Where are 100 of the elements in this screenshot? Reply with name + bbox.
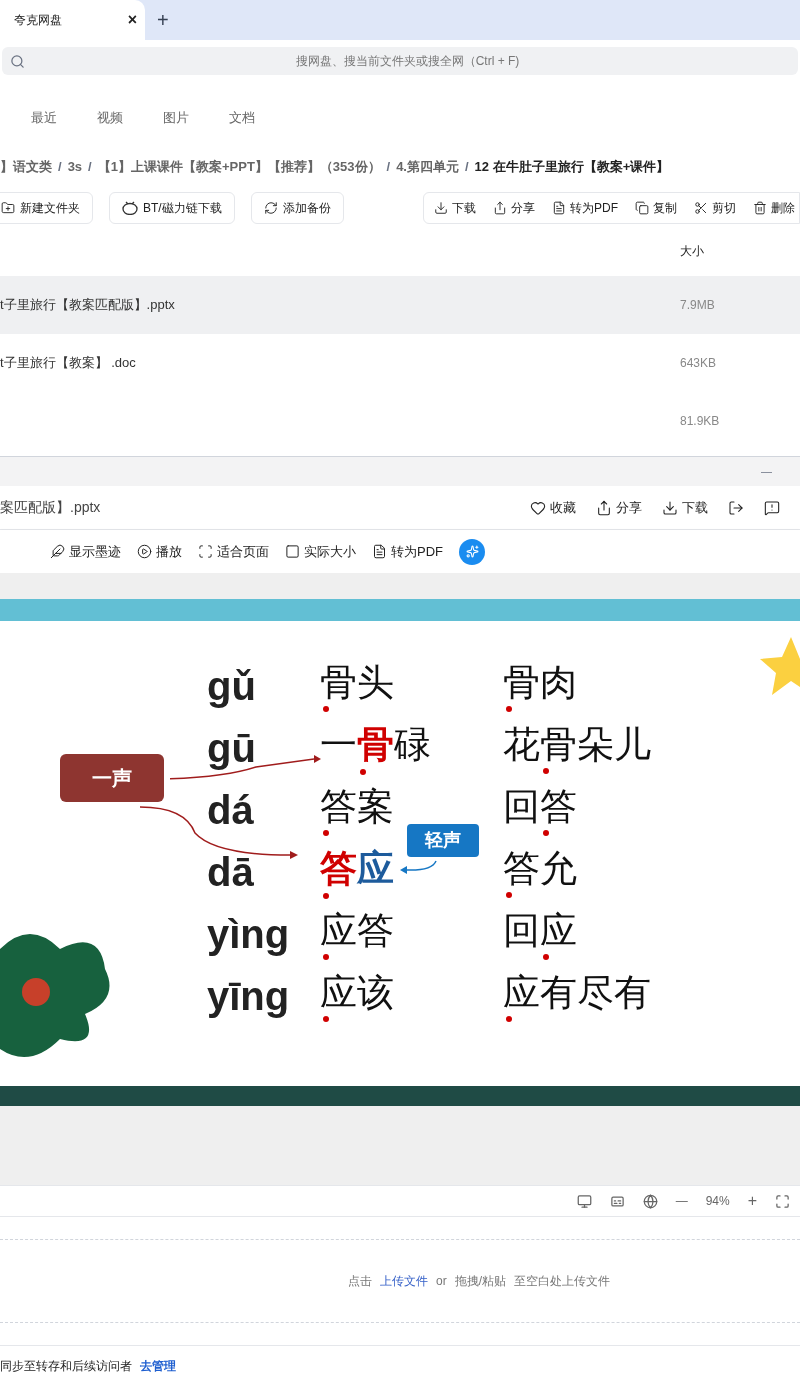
vocab-word: 回答 bbox=[503, 783, 577, 830]
upload-link[interactable]: 上传文件 bbox=[380, 1272, 428, 1290]
preview-action-button[interactable]: 收藏 bbox=[530, 497, 576, 518]
new-tab-button[interactable]: + bbox=[145, 0, 181, 40]
trash-icon bbox=[753, 201, 767, 215]
close-button[interactable]: × bbox=[127, 12, 137, 28]
viewer-tool-button[interactable]: 适合页面 bbox=[198, 541, 269, 562]
breadcrumb-item[interactable]: 12 在牛肚子里旅行【教案+课件】 bbox=[474, 157, 670, 177]
file-size: 643KB bbox=[680, 355, 717, 372]
heart-icon bbox=[530, 499, 546, 516]
toolbar-button[interactable]: 新建文件夹 bbox=[0, 192, 93, 224]
breadcrumb-item[interactable]: 】语文类 bbox=[0, 157, 52, 177]
vocab-word: 应该 bbox=[320, 969, 394, 1016]
vocab-word: 骨肉 bbox=[503, 659, 577, 706]
preview-action-button[interactable] bbox=[764, 499, 780, 516]
viewer-tool-button[interactable]: 播放 bbox=[137, 541, 182, 562]
share-icon bbox=[493, 201, 507, 215]
preview-title: 案匹配版】.pptx bbox=[0, 498, 101, 517]
bt-icon bbox=[122, 201, 138, 215]
browser-tab[interactable]: 夸克网盘 × bbox=[0, 0, 145, 40]
pinyin: dá bbox=[207, 787, 254, 834]
preview-action-button[interactable]: 分享 bbox=[596, 497, 642, 518]
upload-hint: 点击 bbox=[348, 1273, 372, 1290]
breadcrumb-separator: / bbox=[465, 158, 469, 177]
pinyin: yìng bbox=[207, 911, 290, 958]
viewer-tool-button[interactable]: 转为PDF bbox=[372, 541, 443, 562]
vocab-word: 骨头 bbox=[320, 659, 394, 706]
slide-view-icon[interactable] bbox=[576, 1193, 592, 1209]
preview-action-button[interactable] bbox=[728, 499, 744, 516]
vocab-word: 应答 bbox=[320, 907, 394, 954]
nav-tab[interactable]: 图片 bbox=[163, 108, 189, 128]
breadcrumb-item[interactable]: 4.第四单元 bbox=[396, 157, 459, 177]
toolbar-button[interactable]: 添加备份 bbox=[250, 192, 344, 224]
vocab-word: 答应 bbox=[320, 845, 394, 893]
nav-tab[interactable]: 视频 bbox=[97, 108, 123, 128]
pinyin: dā bbox=[207, 849, 254, 896]
file-name: t子里旅行【教案】 .doc bbox=[0, 355, 136, 371]
search-input[interactable]: 搜网盘、搜当前文件夹或搜全网（Ctrl + F) bbox=[25, 52, 790, 70]
pinyin: gǔ bbox=[207, 663, 256, 710]
breadcrumb-item[interactable]: 3s bbox=[67, 157, 83, 177]
minimize-button[interactable]: — bbox=[761, 463, 772, 480]
viewer-tool-button[interactable]: 显示墨迹 bbox=[50, 541, 121, 562]
viewer-tool-button[interactable]: 实际大小 bbox=[285, 541, 356, 562]
zoom-level: 94% bbox=[705, 1193, 730, 1210]
manage-link[interactable]: 去管理 bbox=[140, 1356, 176, 1375]
globe-icon[interactable] bbox=[642, 1193, 658, 1209]
square-icon bbox=[285, 544, 300, 559]
upload-hint: 拖拽/粘贴 bbox=[454, 1273, 506, 1290]
sparkle-icon bbox=[465, 545, 479, 558]
download-icon bbox=[434, 201, 448, 215]
toolbar-button[interactable]: BT/磁力链下载 bbox=[109, 192, 235, 224]
tab-title: 夸克网盘 bbox=[14, 12, 63, 29]
copy-icon bbox=[635, 201, 649, 215]
ai-button[interactable] bbox=[459, 538, 485, 565]
vocab-word: 应有尽有 bbox=[503, 969, 651, 1016]
fullscreen-icon[interactable] bbox=[775, 1193, 790, 1209]
arrow-icon bbox=[398, 859, 438, 877]
zoom-out-button[interactable]: — bbox=[675, 1192, 688, 1210]
pinyin: yīng bbox=[207, 973, 290, 1020]
upload-hint: or bbox=[436, 1273, 447, 1290]
action-button[interactable]: 删除 bbox=[753, 199, 795, 217]
upload-hint: 至空白处上传文件 bbox=[514, 1273, 610, 1290]
action-button[interactable]: 复制 bbox=[635, 199, 677, 217]
search-icon bbox=[10, 53, 25, 69]
pinyin: gū bbox=[207, 725, 256, 772]
zoom-in-button[interactable]: + bbox=[747, 1189, 757, 1213]
file-size: 81.9KB bbox=[680, 413, 720, 430]
action-button[interactable]: 下载 bbox=[434, 199, 476, 217]
notes-icon[interactable] bbox=[609, 1193, 625, 1209]
report-icon bbox=[764, 499, 780, 516]
vocab-word: 花骨朵儿 bbox=[503, 721, 651, 768]
footer-text: 同步至转存和后续访问者 bbox=[0, 1357, 132, 1375]
neutral-tone-tag: 轻声 bbox=[407, 824, 479, 857]
download-icon bbox=[662, 499, 678, 516]
nav-tab[interactable]: 最近 bbox=[31, 108, 57, 128]
vocab-word: 回应 bbox=[503, 907, 577, 954]
nav-tab[interactable]: 文档 bbox=[229, 108, 255, 128]
file-row[interactable]: t子里旅行【教案匹配版】.pptx 7.9MB bbox=[0, 276, 800, 334]
vocab-word: 答案 bbox=[320, 783, 394, 830]
document-icon bbox=[552, 201, 566, 215]
play-icon bbox=[137, 544, 152, 559]
tone-tag: 一声 bbox=[60, 754, 164, 802]
action-button[interactable]: 分享 bbox=[493, 199, 535, 217]
file-name: t子里旅行【教案匹配版】.pptx bbox=[0, 297, 175, 313]
vocab-word: 答允 bbox=[503, 845, 577, 892]
feather-icon bbox=[50, 544, 65, 559]
breadcrumb-item[interactable]: 【1】上课课件【教案+PPT】【推荐】（353份） bbox=[97, 157, 381, 177]
action-button[interactable]: 转为PDF bbox=[552, 199, 618, 217]
scissors-icon bbox=[694, 201, 708, 215]
breadcrumb-separator: / bbox=[88, 158, 92, 177]
action-button[interactable]: 剪切 bbox=[694, 199, 736, 217]
column-header: 大小 bbox=[680, 242, 704, 260]
breadcrumb-separator: / bbox=[58, 158, 62, 177]
preview-action-button[interactable]: 下载 bbox=[662, 497, 708, 518]
exit-icon bbox=[728, 499, 744, 516]
breadcrumb-separator: / bbox=[386, 158, 391, 177]
folder-plus-icon bbox=[1, 201, 15, 215]
search-field[interactable]: 搜网盘、搜当前文件夹或搜全网（Ctrl + F) bbox=[2, 47, 798, 75]
share-icon bbox=[596, 499, 612, 516]
vocab-word: 一骨碌 bbox=[320, 721, 431, 769]
